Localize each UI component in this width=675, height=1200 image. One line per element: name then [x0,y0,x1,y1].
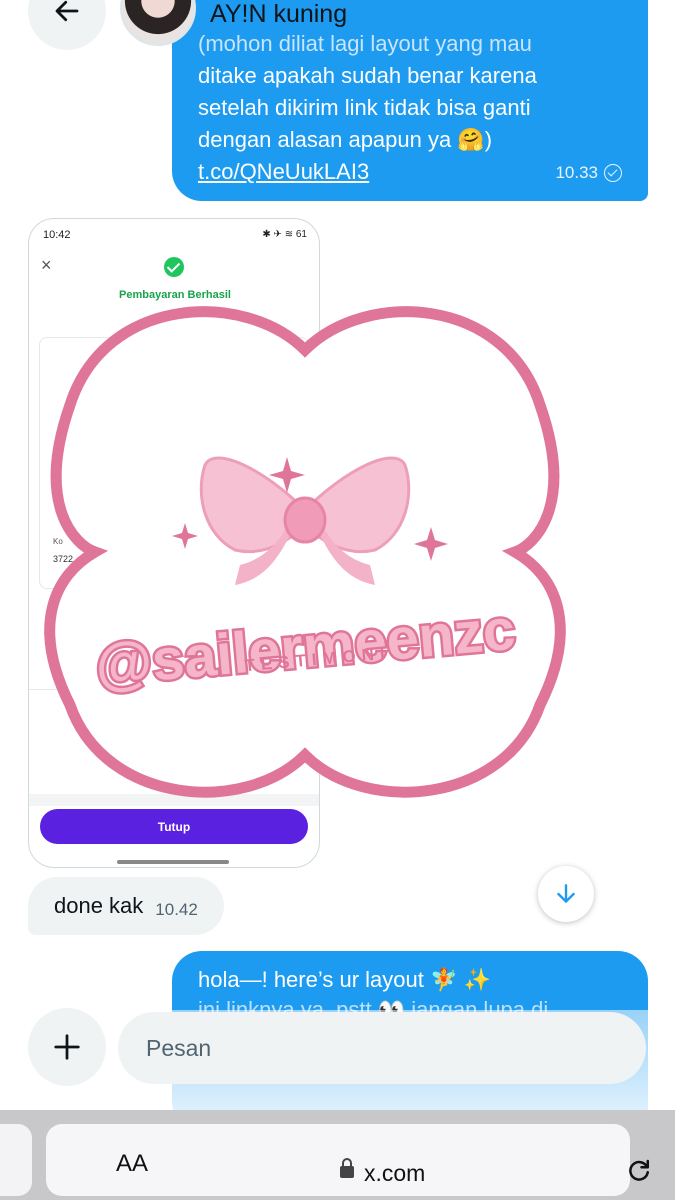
arrow-left-icon [55,0,79,22]
watermark-logo: @sailermeenzc TESTIMONI [44,306,566,798]
url-text[interactable]: x.com [364,1160,425,1187]
aa-label: AA [116,1150,149,1177]
message-line: dengan alasan apapun ya 🤗) [198,127,493,152]
message-meta: 10.33 [555,157,622,189]
sent-check-icon [604,164,622,182]
message-line: ditake apakah sudah benar karena [198,63,537,88]
screenshot-status-time: 10:42 [43,229,71,241]
arrow-down-icon [557,884,575,903]
screenshot-status-icons: ✱ ✈ ≋ 61 [262,229,307,240]
message-input[interactable] [118,1012,646,1084]
message-time: 10.33 [555,163,598,182]
browser-toolbar: AA x.com [0,1110,675,1200]
reload-icon[interactable] [624,1156,654,1186]
previous-tab[interactable] [0,1124,32,1196]
message-bubble-incoming[interactable]: done kak 10.42 [28,877,224,935]
back-button[interactable] [28,0,106,50]
scroll-to-bottom-button[interactable] [538,866,594,922]
message-time: 10.42 [155,900,198,919]
screenshot-close-icon: × [41,255,52,275]
plus-icon [54,1034,80,1060]
reader-settings-button[interactable]: AA [116,1150,148,1178]
success-check-icon [164,257,184,277]
message-line: (mohon diliat lagi layout yang mau [198,31,532,56]
contact-name[interactable]: AY!N kuning [210,0,347,29]
message-line: setelah dikirim link tidak bisa ganti [198,95,531,120]
message-line: hola—! here’s ur layout 🧚 ✨ [198,967,491,992]
screenshot-home-indicator [117,860,229,864]
screenshot-close-button: Tutup [40,809,308,844]
lock-icon [340,1158,354,1178]
message-text: done kak [54,893,144,918]
address-bar[interactable]: AA x.com [46,1124,649,1196]
add-attachment-button[interactable] [28,1008,106,1086]
message-bubble-outgoing[interactable]: yak (mohon diliat lagi layout yang mau d… [172,0,648,201]
